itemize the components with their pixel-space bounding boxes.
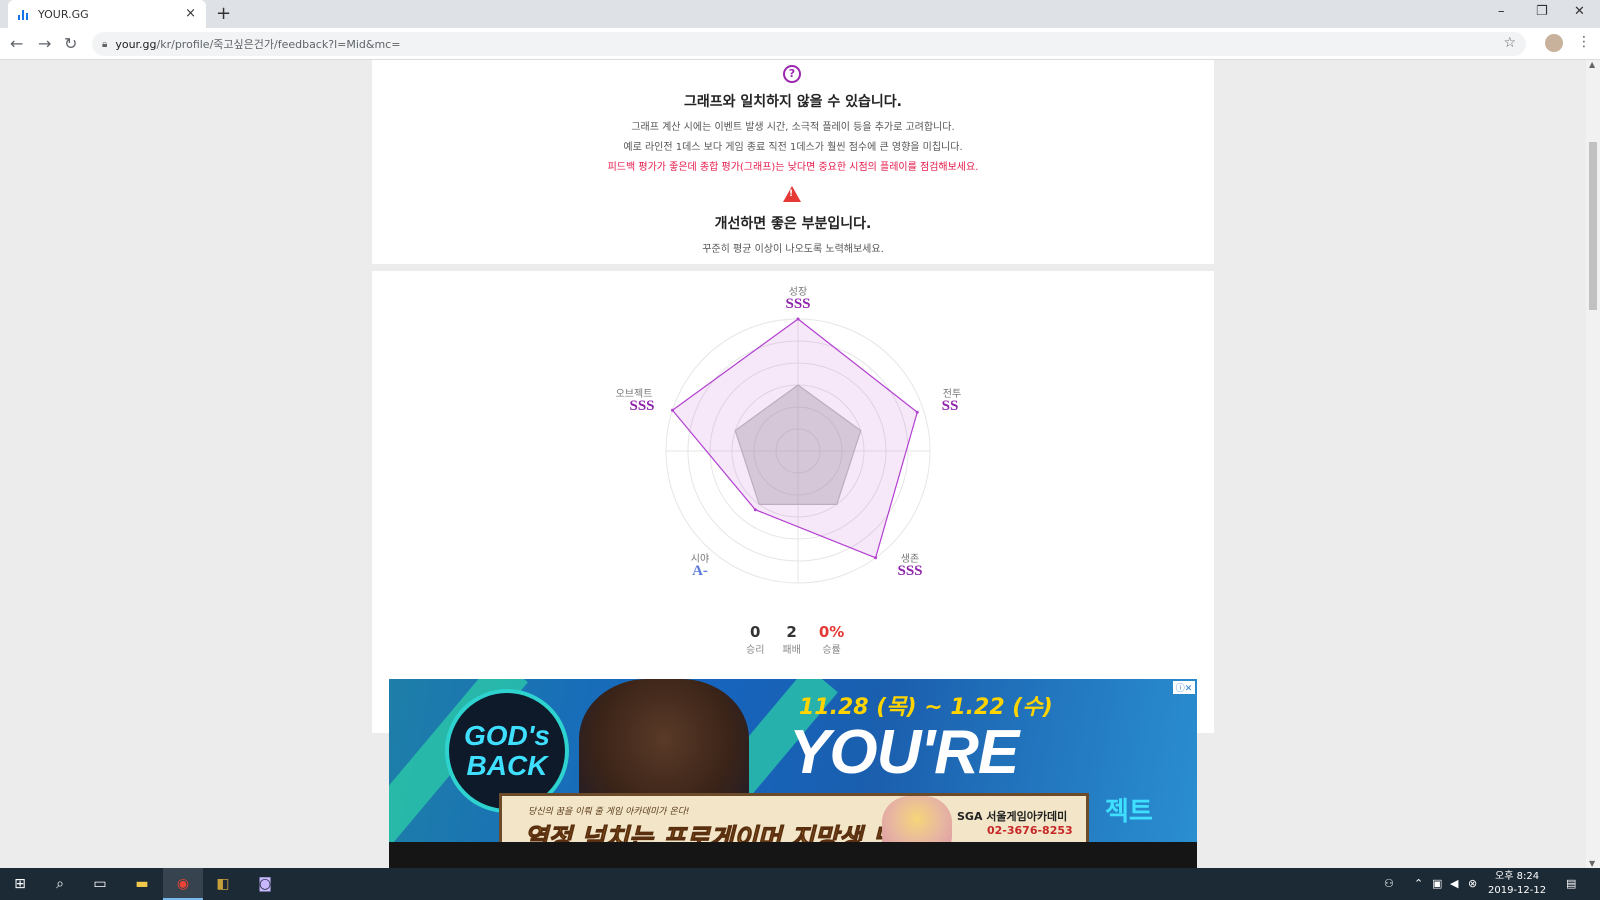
ad-banner[interactable]: GOD's BACK 11.28 (목) ~ 1.22 (수) YOU'RE B… (389, 679, 1197, 868)
close-window-button[interactable]: ✕ (1574, 4, 1585, 19)
network-icon[interactable]: ▣ (1432, 877, 1442, 890)
grade-combat: SS (941, 398, 959, 414)
stat-losses: 2 패배 (782, 623, 800, 656)
notice-title: 그래프와 일치하지 않을 수 있습니다. (683, 94, 902, 110)
losses-value: 2 (786, 623, 797, 641)
ad-sub-phone: 02-3676-8253 (987, 824, 1073, 837)
clock-time: 오후 8:24 (1495, 871, 1540, 882)
chrome-icon[interactable]: ◉ (173, 874, 193, 894)
warning-icon: ! (783, 186, 801, 202)
tray-chevron-icon[interactable]: ⌃ (1414, 877, 1423, 890)
stat-wins: 0 승리 (746, 623, 764, 656)
ad-side-text: 젝트 (1105, 797, 1153, 827)
windows-taskbar: ⊞ ⌕ ▭ ▬ ◉ ◧ ◙ ⚇ ⌃ ▣ ◀︎ ⊗ 오후 8:24 2019-12… (0, 868, 1600, 900)
radar-point-1 (915, 410, 919, 414)
radar-point-3 (753, 508, 757, 512)
notice-line-1: 그래프 계산 시에는 이벤트 발생 시간, 소극적 플레이 등을 추가로 고려합… (631, 122, 955, 133)
back-icon[interactable]: ← (10, 34, 23, 53)
help-icon: ? (783, 65, 801, 83)
page-content: ? 그래프와 일치하지 않을 수 있습니다. 그래프 계산 시에는 이벤트 발생… (0, 60, 1600, 868)
wins-value: 0 (749, 623, 761, 641)
url-host: your.gg (115, 37, 157, 51)
people-icon[interactable]: ⚇ (1384, 877, 1394, 890)
bar-chart-icon (18, 9, 30, 20)
notice-line-2: 예로 라인전 1데스 보다 게임 종료 직전 1데스가 훨씬 점수에 큰 영향을… (623, 142, 963, 153)
tab-title: YOUR.GG (38, 7, 89, 21)
grade-vision: A- (692, 563, 708, 579)
scroll-up-icon[interactable]: ▲ (1589, 60, 1595, 69)
improve-line: 꾸준히 평균 이상이 나오도록 노력해보세요. (702, 244, 884, 255)
grade-growth: SSS (785, 296, 811, 312)
system-clock[interactable]: 오후 8:24 2019-12-12 (1488, 870, 1546, 898)
radar-point-2 (874, 556, 878, 560)
notice-line-3: 피드백 평가가 좋은데 종합 평가(그래프)는 낮다면 중요한 시점의 플레이를… (607, 162, 979, 173)
ad-sub-brand: SGA 서울게임아카데미 (957, 810, 1068, 823)
file-explorer-icon[interactable]: ▬ (132, 874, 152, 894)
notification-icon[interactable]: ▤ (1566, 877, 1576, 890)
ad-sub-tagline: 당신의 꿈을 이뤄 줄 게임 아카데미가 온다! (528, 807, 690, 817)
radar-point-4 (670, 408, 674, 412)
warning-icon-glyph: ! (789, 189, 794, 199)
improve-title: 개선하면 좋은 부분입니다. (714, 216, 872, 232)
minimize-button[interactable]: – (1498, 4, 1505, 19)
league-client-icon[interactable]: ◧ (213, 874, 233, 894)
tab-close-icon[interactable]: × (185, 6, 196, 21)
ad-logo-text: GOD's BACK (463, 720, 550, 781)
grade-survival: SSS (897, 563, 923, 579)
search-icon[interactable]: ⌕ (50, 874, 70, 894)
losses-label: 패배 (782, 645, 801, 656)
windows-start-icon[interactable]: ⊞ (10, 874, 30, 894)
address-bar: ← → ↻ 🔒︎ your.gg /kr/profile/죽고싶은건가/feed… (0, 28, 1600, 60)
clock-date: 2019-12-12 (1488, 885, 1547, 896)
scroll-down-icon[interactable]: ▼ (1589, 859, 1595, 868)
radar-chart (665, 317, 931, 584)
restore-button[interactable]: ❐ (1536, 4, 1548, 19)
winrate-value: 0% (818, 623, 845, 641)
bookmark-star-icon[interactable]: ☆ (1503, 35, 1516, 51)
stat-winrate: 0% 승률 (819, 623, 844, 656)
url-path: /kr/profile/죽고싶은건가/feedback?l=Mid&mc= (156, 38, 401, 51)
volume-icon[interactable]: ◀︎ (1450, 877, 1458, 890)
scrollbar-thumb[interactable] (1589, 142, 1597, 310)
menu-kebab-icon[interactable]: ⋮ (1577, 34, 1591, 50)
page-scrollbar[interactable]: ▲ ▼ (1586, 60, 1600, 868)
security-icon[interactable]: ⊗ (1468, 877, 1477, 890)
url-input[interactable]: 🔒︎ your.gg /kr/profile/죽고싶은건가/feedback?l… (92, 32, 1526, 56)
task-view-icon[interactable]: ▭ (90, 874, 110, 894)
ad-close-icon[interactable]: ⓘ✕ (1173, 681, 1195, 694)
winrate-label: 승률 (822, 645, 841, 656)
wins-label: 승리 (746, 645, 765, 656)
ad-bottom-bar (389, 842, 1197, 868)
forward-icon[interactable]: → (38, 34, 51, 53)
tab-yourgg[interactable]: YOUR.GG × (8, 0, 206, 28)
radar-card: 성장 SSS 전투 SS 생존 SSS 시야 A- 오브젝트 SSS 0 승리 … (372, 271, 1214, 733)
profile-avatar[interactable] (1545, 34, 1563, 52)
reload-icon[interactable]: ↻ (64, 34, 77, 53)
radar-point-0 (796, 317, 800, 321)
radar-player-area (671, 318, 918, 559)
new-tab-button[interactable]: + (216, 3, 231, 24)
feedback-notice-card: ? 그래프와 일치하지 않을 수 있습니다. 그래프 계산 시에는 이벤트 발생… (372, 60, 1214, 264)
grade-objective: SSS (629, 398, 655, 414)
tab-strip: YOUR.GG × + – ❐ ✕ (0, 0, 1600, 28)
lock-icon: 🔒︎ (102, 38, 108, 50)
discord-icon[interactable]: ◙ (255, 874, 275, 894)
record-stats: 0 승리 2 패배 0% 승률 (746, 623, 844, 656)
